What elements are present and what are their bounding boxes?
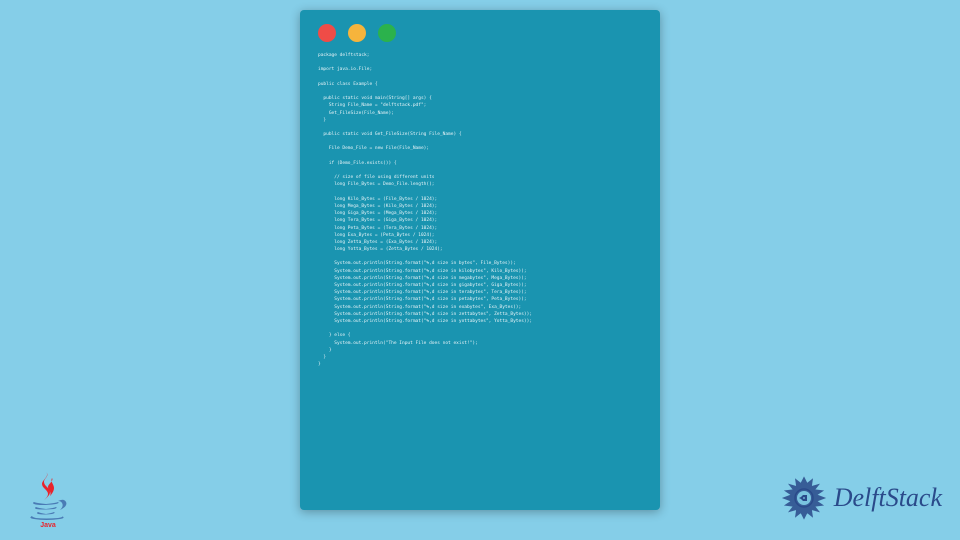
close-icon[interactable]: [318, 24, 336, 42]
svg-text:Java: Java: [40, 522, 56, 528]
delftstack-label: DelftStack: [834, 483, 942, 513]
minimize-icon[interactable]: [348, 24, 366, 42]
java-logo-icon: Java: [18, 468, 78, 528]
code-window: package delftstack; import java.io.File;…: [300, 10, 660, 510]
code-content: package delftstack; import java.io.File;…: [318, 52, 642, 368]
maximize-icon[interactable]: [378, 24, 396, 42]
delftstack-logo: DelftStack: [780, 474, 942, 522]
delftstack-badge-icon: [780, 474, 828, 522]
window-controls: [318, 24, 642, 42]
